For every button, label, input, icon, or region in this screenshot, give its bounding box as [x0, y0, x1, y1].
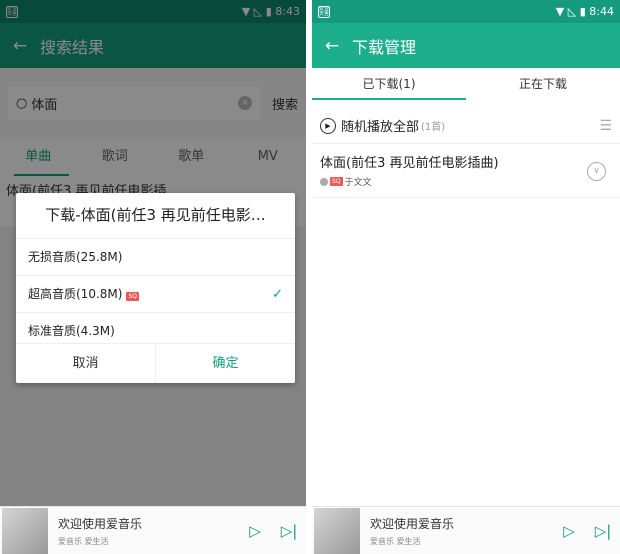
dialog-title: 下载-体面(前任3 再见前任电影…	[45, 206, 266, 224]
app-bar: ← 下载管理	[312, 23, 620, 68]
next-icon[interactable]: ▷|	[272, 522, 306, 540]
cancel-button[interactable]: 取消	[16, 344, 156, 383]
play-icon[interactable]: ▷	[238, 522, 272, 540]
mini-player[interactable]: 欢迎使用爱音乐 爱音乐 爱生活 ▷ ▷|	[312, 506, 620, 554]
list-icon[interactable]: ☰	[599, 118, 612, 134]
play-circle-icon: ▶	[320, 117, 336, 134]
tab-downloaded[interactable]: 已下载(1)	[312, 68, 466, 100]
page-title: 下载管理	[352, 37, 417, 57]
download-tabs: 已下载(1) 正在下载	[312, 68, 620, 100]
album-art	[2, 507, 48, 554]
confirm-button[interactable]: 确定	[156, 344, 295, 383]
status-bar: 爱音 天宫 ▼ ◺ ▮ 8:44	[312, 0, 620, 23]
option-label: 无损音质(25.8M)	[28, 249, 123, 264]
app-notification-icon: 爱音 天宫	[318, 5, 330, 18]
play-icon[interactable]: ▷	[552, 522, 586, 540]
signal-icon: ◺	[567, 5, 577, 18]
song-title: 体面(前任3 再见前任电影插曲)	[320, 156, 499, 171]
option-label: 超高音质(10.8M)	[28, 286, 123, 301]
player-subtitle: 爱音乐 爱生活	[370, 536, 421, 546]
wifi-icon: ▼	[555, 5, 565, 18]
quality-option-lossless[interactable]: 无损音质(25.8M)	[16, 238, 295, 275]
next-icon[interactable]: ▷|	[586, 522, 620, 540]
downloaded-icon	[320, 177, 328, 186]
back-arrow-icon[interactable]: ←	[312, 36, 352, 56]
more-icon[interactable]: ∨	[587, 162, 606, 181]
right-screen: 爱音 天宫 ▼ ◺ ▮ 8:44 ← 下载管理 已下载(1) 正在下载 ▶ 随机…	[312, 0, 620, 554]
song-artist: 于文文	[344, 178, 372, 188]
quality-option-high[interactable]: 超高音质(10.8M) SQ ✓	[16, 275, 295, 312]
checkmark-icon: ✓	[272, 286, 283, 302]
shuffle-all-row[interactable]: ▶ 随机播放全部 (1首) ☰	[312, 108, 620, 144]
album-art	[314, 507, 360, 554]
player-title: 欢迎使用爱音乐	[58, 516, 143, 531]
sq-badge: SQ	[126, 291, 139, 301]
download-quality-dialog: 下载-体面(前任3 再见前任电影… 无损音质(25.8M) 超高音质(10.8M…	[16, 193, 295, 383]
battery-icon: ▮	[579, 5, 586, 18]
player-title: 欢迎使用爱音乐	[370, 516, 455, 531]
left-screen: 爱音 天宫 ▼ ◺ ▮ 8:43 ← 搜索结果 ○ 体面 × 搜索 单曲 歌词 …	[0, 0, 306, 554]
mini-player[interactable]: 欢迎使用爱音乐 爱音乐 爱生活 ▷ ▷|	[0, 506, 306, 554]
status-time: 8:44	[589, 5, 614, 18]
song-count: (1首)	[421, 122, 446, 133]
sq-badge: SQ	[330, 177, 343, 186]
player-subtitle: 爱音乐 爱生活	[58, 536, 109, 546]
song-item[interactable]: 体面(前任3 再见前任电影插曲) SQ 于文文 ∨	[312, 146, 620, 198]
shuffle-label: 随机播放全部	[341, 120, 420, 135]
tab-downloading[interactable]: 正在下载	[466, 68, 620, 100]
